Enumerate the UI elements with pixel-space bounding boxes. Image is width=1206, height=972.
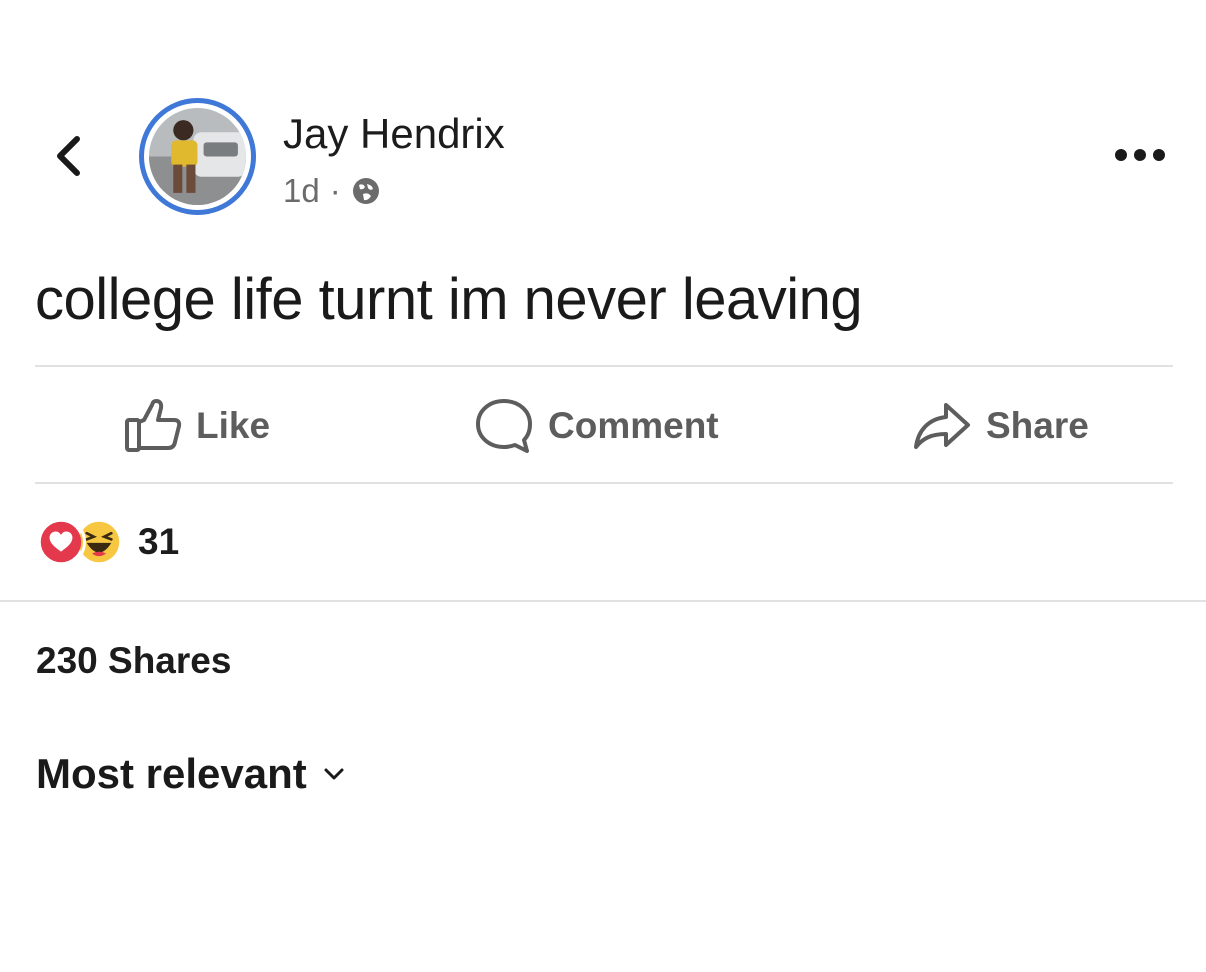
share-button[interactable]: Share	[912, 395, 1089, 457]
back-button[interactable]	[48, 132, 88, 180]
meta-separator: ·	[329, 172, 341, 209]
avatar-photo	[149, 108, 246, 205]
reactions-summary[interactable]: 31	[36, 515, 179, 569]
sort-label: Most relevant	[36, 750, 307, 797]
like-button[interactable]: Like	[124, 395, 270, 457]
divider	[35, 365, 1173, 367]
divider	[35, 482, 1173, 484]
comment-button[interactable]: Comment	[474, 395, 719, 457]
like-label: Like	[196, 405, 271, 446]
post-text: college life turnt im never leaving	[35, 267, 863, 332]
post-meta: 1d ·	[283, 172, 381, 210]
share-arrow-icon	[914, 403, 970, 449]
post-detail-screen: Jay Hendrix 1d · college life turnt im n…	[0, 0, 1206, 972]
globe-icon	[352, 178, 379, 204]
more-options-button[interactable]	[1112, 140, 1168, 170]
chevron-left-icon	[57, 136, 80, 176]
post-timestamp[interactable]: 1d	[283, 172, 320, 210]
reaction-count: 31	[138, 521, 180, 562]
comment-sort-dropdown[interactable]: Most relevant	[36, 750, 345, 798]
more-horizontal-icon	[1115, 149, 1165, 161]
comment-label: Comment	[548, 405, 719, 446]
author-avatar[interactable]	[139, 98, 256, 215]
love-reaction-icon	[36, 517, 86, 567]
thumbs-up-icon	[125, 399, 182, 452]
shares-count[interactable]: 230 Shares	[36, 640, 231, 682]
chevron-down-icon	[324, 768, 344, 780]
author-name[interactable]: Jay Hendrix	[283, 110, 505, 158]
share-label: Share	[986, 405, 1089, 446]
comment-bubble-icon	[476, 399, 532, 453]
divider	[0, 600, 1206, 602]
